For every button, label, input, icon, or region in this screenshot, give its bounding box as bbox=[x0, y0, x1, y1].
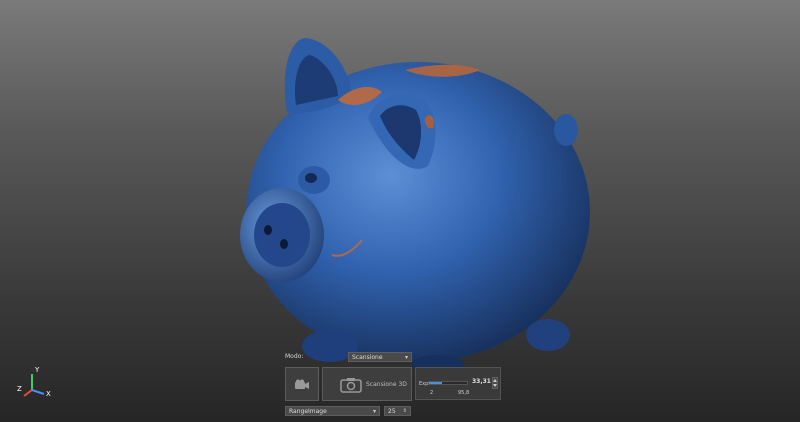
mode-label: Modo: bbox=[285, 353, 304, 360]
exposure-value: 33,31 bbox=[472, 378, 491, 385]
mode-select-value: Scansione bbox=[352, 354, 383, 361]
chevron-down-icon: ▾ bbox=[372, 408, 376, 415]
scan-3d-button[interactable]: Scansione 3D bbox=[322, 367, 412, 401]
z-axis-line bbox=[23, 389, 33, 397]
scan-3d-label: Scansione 3D bbox=[366, 381, 407, 388]
mode-select[interactable]: Scansione ▾ bbox=[348, 352, 412, 362]
camera-icon bbox=[340, 378, 362, 393]
stepper-arrows-icon: ⇕ bbox=[402, 408, 407, 414]
exposure-slider-fill bbox=[429, 382, 442, 384]
range-number-field[interactable]: 25 ⇕ bbox=[384, 406, 411, 416]
axis-label-x: X bbox=[46, 390, 51, 398]
axis-label-z: Z bbox=[17, 385, 22, 393]
video-camera-icon bbox=[295, 379, 309, 389]
exposure-max: 95,8 bbox=[458, 390, 470, 396]
range-image-select[interactable]: RangeImage ▾ bbox=[285, 406, 380, 416]
video-button[interactable] bbox=[285, 367, 319, 401]
x-axis-line bbox=[31, 389, 45, 395]
range-image-select-value: RangeImage bbox=[289, 408, 327, 415]
chevron-down-icon: ▾ bbox=[404, 354, 408, 361]
exposure-min: 2 bbox=[430, 390, 434, 396]
stepper-arrows-icon bbox=[493, 379, 497, 387]
exposure-slider-track[interactable] bbox=[428, 381, 468, 385]
range-number-value: 25 bbox=[388, 408, 396, 415]
exposure-control: Exp 33,31 2 95,8 bbox=[415, 367, 501, 400]
axis-label-y: Y bbox=[35, 366, 40, 374]
exposure-label: Exp bbox=[419, 381, 429, 387]
exposure-stepper[interactable] bbox=[492, 377, 498, 389]
